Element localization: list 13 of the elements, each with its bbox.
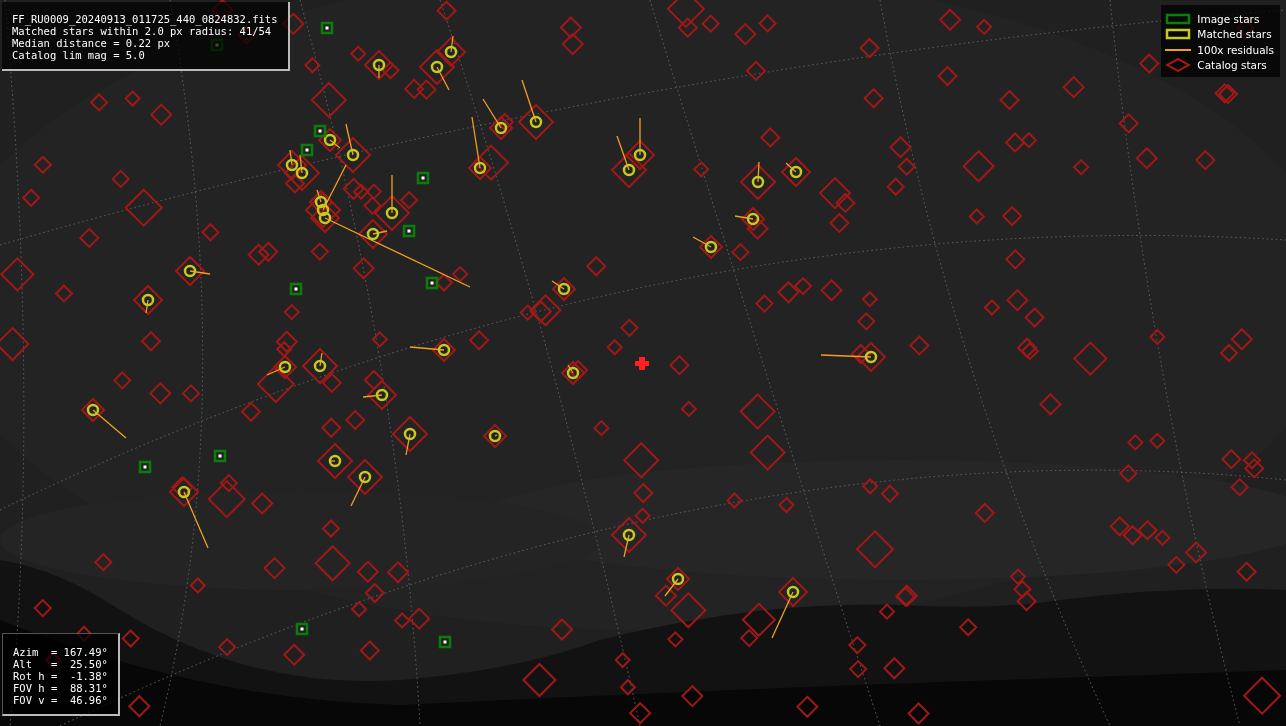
info-line: Catalog lim mag = 5.0 — [12, 49, 146, 61]
pointing-line: Alt = 25.50° — [13, 658, 108, 670]
pointing-line: Rot h = -1.38° — [13, 670, 108, 682]
info-line: Median distance = 0.22 px — [12, 37, 172, 49]
legend-label: Catalog stars — [1197, 59, 1267, 72]
legend-label: 100x residuals — [1197, 43, 1274, 56]
info-line: Matched stars within 2.0 px radius: 41/54 — [12, 25, 272, 37]
legend-label: Image stars — [1197, 12, 1260, 25]
pointing-line: FOV h = 88.31° — [13, 682, 108, 694]
info-line: FF_RU0009_20240913_011725_440_0824832.fits — [12, 13, 278, 25]
pointing-line: FOV v = 46.96° — [13, 694, 108, 706]
pointing-line: Azim = 167.49° — [13, 646, 108, 658]
legend-label: Matched stars — [1197, 28, 1272, 41]
